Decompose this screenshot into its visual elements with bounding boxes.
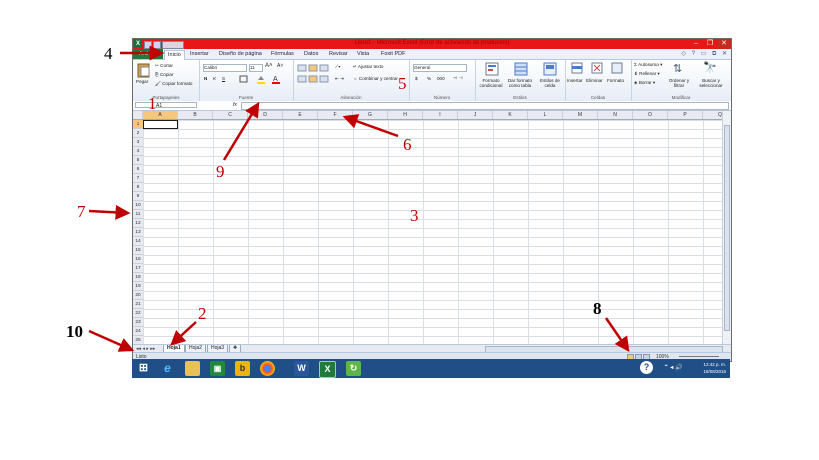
annotation-1: 1 [148, 94, 157, 113]
annotation-3: 3 [410, 206, 419, 225]
annotation-8: 8 [593, 299, 602, 318]
annotation-10: 10 [66, 322, 83, 341]
arrow-9 [222, 101, 260, 161]
annotation-2: 2 [198, 304, 207, 323]
arrow-2 [170, 321, 197, 346]
arrow-8 [604, 317, 630, 353]
annotation-arrows [88, 45, 630, 353]
arrow-7 [88, 204, 131, 220]
annotation-4: 4 [104, 44, 113, 63]
arrow-10 [88, 329, 135, 352]
annotation-5: 5 [398, 74, 407, 93]
annotation-6: 6 [403, 135, 412, 154]
annotation-9: 9 [216, 162, 225, 181]
annotation-7: 7 [77, 202, 86, 221]
arrow-6 [342, 114, 399, 138]
